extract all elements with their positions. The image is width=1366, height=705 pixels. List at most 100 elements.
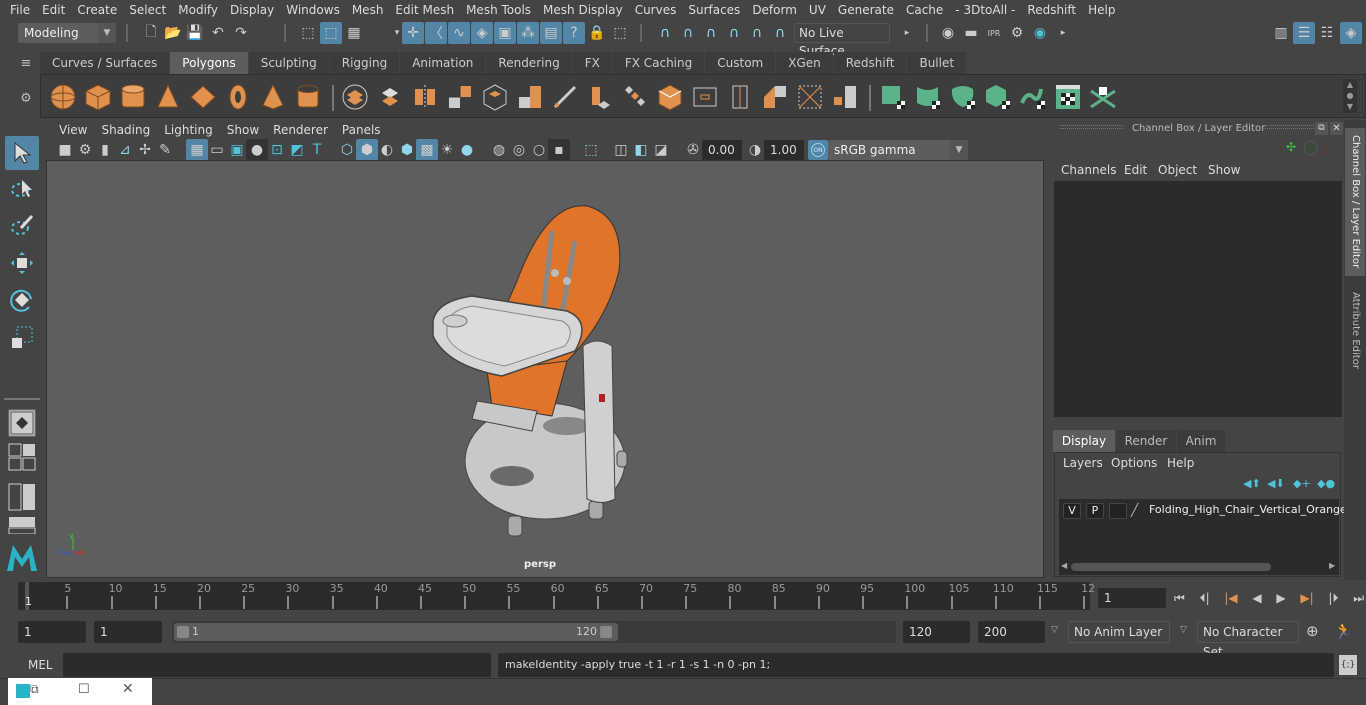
menu-create[interactable]: Create [71,3,123,17]
end-time-field[interactable]: 200 [978,621,1045,643]
bookmark-icon[interactable]: ▮ [94,139,116,161]
step-forward-key-icon[interactable]: ▶| [1300,591,1313,605]
isolate-select-icon[interactable]: ⬚ [580,139,602,161]
shadows-icon[interactable]: ● [456,139,478,161]
move-tool-icon[interactable] [5,246,39,280]
multi-cut-icon[interactable] [726,83,754,111]
ipr-render-icon[interactable]: IPR [983,22,1005,44]
poly-cube-icon[interactable] [84,83,112,111]
exposure-icon[interactable]: ✇ [682,139,704,161]
move-layer-up-icon[interactable]: ◀⬆ [1243,477,1261,490]
layer-reference-toggle[interactable] [1109,503,1127,519]
poly-pyramid-icon[interactable] [259,83,287,111]
cb-menu-show[interactable]: Show [1208,163,1240,177]
scroll-right-icon[interactable]: ▶ [1329,561,1335,570]
new-layer-selected-icon[interactable]: ◆● [1317,477,1335,490]
menu-curves[interactable]: Curves [629,3,683,17]
channel-box-toggle-icon[interactable]: ◈ [1340,22,1362,44]
scale-tool-icon[interactable] [5,320,39,354]
step-back-key-icon[interactable]: |◀ [1224,591,1237,605]
shelf-scroll[interactable]: ▲ ● ▼ [1343,79,1357,113]
layer-menu-options[interactable]: Options [1111,456,1157,470]
go-to-start-icon[interactable]: ⏮ [1174,591,1185,606]
menu-mesh-tools[interactable]: Mesh Tools [460,3,537,17]
play-backward-icon[interactable]: ◀ [1252,591,1261,605]
menu-mesh-display[interactable]: Mesh Display [537,3,629,17]
xray-joints-icon[interactable]: ◧ [630,139,652,161]
target-weld-icon[interactable] [761,83,789,111]
poly-cylinder-icon[interactable] [119,83,147,111]
uv-planar-icon[interactable] [879,83,907,111]
poly-pipe-icon[interactable] [294,83,322,111]
command-input[interactable] [63,653,491,677]
motion-blur-icon[interactable]: ◎ [508,139,530,161]
shelf-tab-polygons[interactable]: Polygons [170,52,248,74]
xray-icon[interactable]: ◫ [610,139,632,161]
snap-vertex-icon[interactable]: ⁂ [517,22,539,44]
slash-icon[interactable]: / [1324,142,1338,156]
gamma-icon[interactable]: ◑ [744,139,766,161]
combine-icon[interactable] [341,83,369,111]
side-tab-attribute-editor[interactable]: Attribute Editor [1345,280,1365,380]
modeling-toolkit-icon[interactable]: ▥ [1270,22,1292,44]
tweak-magnet-icon[interactable]: ∩ [746,22,768,44]
safe-action-icon[interactable]: ◩ [286,139,308,161]
snap-curve-icon[interactable]: 〈 [425,22,447,44]
play-forward-icon[interactable]: ▶ [1276,591,1285,605]
boolean-icon[interactable] [656,83,684,111]
auto-key-icon[interactable]: ⊕ [1306,622,1319,640]
select-object-icon[interactable]: ⬚ [320,22,342,44]
object-magnet-icon[interactable]: ∩ [769,22,791,44]
cb-menu-edit[interactable]: Edit [1124,163,1147,177]
command-language-toggle[interactable]: MEL [28,658,53,672]
color-management-toggle[interactable]: ON [808,140,828,160]
layer-tab-anim[interactable]: Anim [1177,430,1225,452]
render-view-icon[interactable]: ◉ [937,22,959,44]
chevron-right-icon[interactable]: ▸ [896,22,918,44]
menu-edit-mesh[interactable]: Edit Mesh [389,3,460,17]
character-set-chevron-icon[interactable]: ▽ [1180,625,1187,635]
use-all-lights-icon[interactable]: ☀ [436,139,458,161]
layer-menu-help[interactable]: Help [1167,456,1194,470]
extrude-icon[interactable] [586,83,614,111]
poly-sphere-icon[interactable] [49,83,77,111]
menu-3dtoall[interactable]: - 3DtoAll - [949,3,1021,17]
four-view-layout-icon[interactable] [5,440,39,474]
viewport-menu-panels[interactable]: Panels [335,123,388,137]
camera-attributes-icon[interactable]: ⚙ [74,139,96,161]
select-hierarchy-icon[interactable]: ⬚ [297,22,319,44]
layer-hscrollbar[interactable]: ◀ ▶ [1059,561,1339,573]
textured-icon[interactable]: ▩ [416,139,438,161]
live-surface-field[interactable]: No Live Surface [794,23,890,58]
reduce-icon[interactable] [481,83,509,111]
bridge-icon[interactable] [621,83,649,111]
help-icon[interactable]: ? [563,22,585,44]
scroll-thumb[interactable] [1071,563,1271,571]
character-set-dropdown[interactable]: No Character Set [1197,621,1299,659]
menu-select[interactable]: Select [123,3,172,17]
render-settings-icon[interactable]: ⚙ [1006,22,1028,44]
menu-deform[interactable]: Deform [746,3,803,17]
chevron-right-icon[interactable]: ▸ [1052,22,1074,44]
layer-playback-toggle[interactable]: P [1086,503,1104,519]
drag-handle[interactable] [1262,125,1318,129]
layer-name[interactable]: Folding_High_Chair_Vertical_Orange [1149,503,1347,516]
viewport-menu-show[interactable]: Show [220,123,266,137]
default-material-icon[interactable]: ◐ [376,139,398,161]
circularize-icon[interactable] [831,83,859,111]
menu-mesh[interactable]: Mesh [346,3,390,17]
playback-start-field[interactable]: 1 [94,621,162,643]
reflect-magnet-icon[interactable]: ∩ [700,22,722,44]
depth-of-field-icon[interactable]: ▪ [548,139,570,161]
select-lock-icon[interactable]: ⬚ [609,22,631,44]
exposure-field[interactable]: 0.00 [702,140,742,160]
separate-icon[interactable] [376,83,404,111]
snap-view-plane-icon[interactable]: ◈ [471,22,493,44]
rotate-tool-icon[interactable] [5,283,39,317]
animation-preferences-icon[interactable]: 🏃 [1334,622,1353,640]
tool-settings-icon[interactable]: ☷ [1316,22,1338,44]
remesh-icon[interactable] [516,83,544,111]
close-panel-icon[interactable]: ✕ [1330,122,1343,135]
anim-layer-chevron-icon[interactable]: ▽ [1051,625,1058,635]
shelf-tab-fx[interactable]: FX [572,52,612,74]
